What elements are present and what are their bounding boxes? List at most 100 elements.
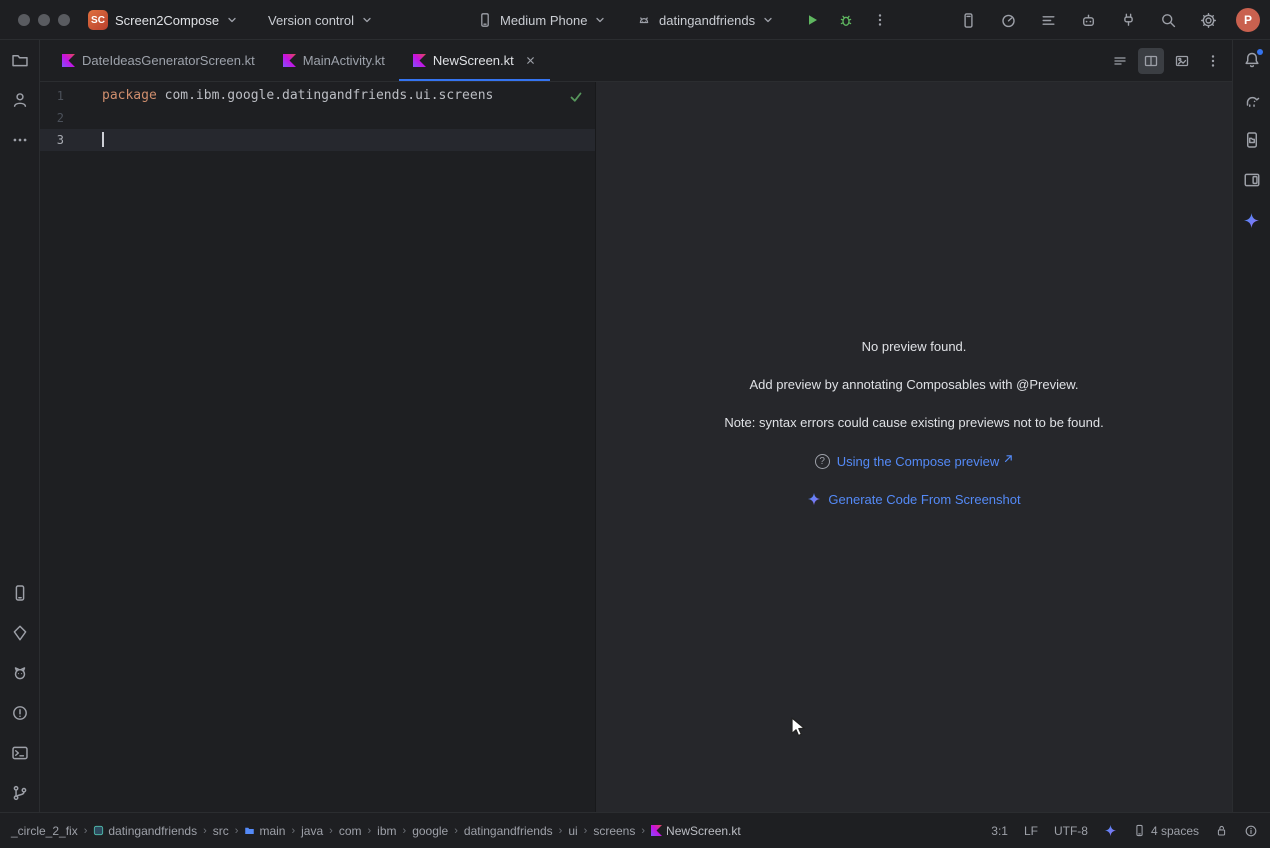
info-icon[interactable]	[1244, 824, 1258, 838]
breadcrumb-item-file[interactable]: NewScreen.kt	[648, 824, 744, 838]
device-selector[interactable]: Medium Phone	[477, 0, 606, 40]
line-ending-widget[interactable]: LF	[1024, 824, 1038, 838]
tab-options-kebab-icon[interactable]	[1200, 48, 1226, 74]
design-view-icon[interactable]	[1169, 48, 1195, 74]
gutter-line-number[interactable]: 2	[40, 107, 64, 129]
tab-label: DateIdeasGeneratorScreen.kt	[82, 53, 255, 68]
breadcrumb-item[interactable]: screens	[590, 824, 638, 838]
kotlin-file-icon	[283, 54, 296, 67]
text-caret	[102, 132, 104, 147]
people-icon[interactable]	[6, 86, 34, 114]
emulator-icon[interactable]	[1238, 166, 1266, 194]
project-selector[interactable]: SC Screen2Compose	[88, 0, 238, 40]
titlebar: SC Screen2Compose Version control Medium…	[0, 0, 1270, 40]
more-run-options-icon[interactable]	[868, 8, 892, 32]
compose-preview-help-link[interactable]: ? Using the Compose preview	[596, 453, 1232, 469]
split-view-icon[interactable]	[1138, 48, 1164, 74]
breadcrumb-separator: ›	[234, 825, 240, 837]
right-tool-stripe	[1232, 40, 1270, 812]
breadcrumb-item[interactable]: ui	[565, 824, 580, 838]
no-preview-title: No preview found.	[596, 339, 1232, 355]
breadcrumb-separator: ›	[402, 825, 408, 837]
editor-column: DateIdeasGeneratorScreen.kt MainActivity…	[40, 40, 1232, 812]
gutter-line-number[interactable]: 1	[40, 85, 64, 107]
inspections-ok-icon[interactable]	[569, 90, 583, 104]
breadcrumb-item[interactable]: google	[409, 824, 451, 838]
external-link-icon	[1004, 454, 1013, 463]
close-window-button[interactable]	[18, 14, 30, 26]
code-line: 2	[40, 107, 595, 129]
app-inspection-icon[interactable]	[6, 619, 34, 647]
device-pairing-icon[interactable]	[1116, 8, 1140, 32]
breadcrumb-item[interactable]: src	[210, 824, 232, 838]
project-badge: SC	[88, 10, 108, 30]
logcat-tool-icon[interactable]	[6, 659, 34, 687]
mouse-cursor	[788, 716, 808, 738]
generate-code-from-screenshot-link[interactable]: Generate Code From Screenshot	[596, 491, 1232, 507]
breadcrumb-item[interactable]: ibm	[374, 824, 399, 838]
breadcrumb-separator: ›	[640, 825, 646, 837]
logcat-icon[interactable]	[1036, 8, 1060, 32]
tab-dateideasgeneratorscreen[interactable]: DateIdeasGeneratorScreen.kt	[48, 40, 269, 81]
chevron-down-icon	[762, 14, 774, 26]
kotlin-file-icon	[413, 54, 426, 67]
code-line-active: 3	[40, 129, 595, 151]
gradle-icon[interactable]	[1238, 86, 1266, 114]
minimize-window-button[interactable]	[38, 14, 50, 26]
zoom-window-button[interactable]	[58, 14, 70, 26]
version-control-icon[interactable]	[6, 779, 34, 807]
close-tab-icon[interactable]	[525, 55, 536, 66]
breadcrumb-item[interactable]: java	[298, 824, 326, 838]
tab-label: NewScreen.kt	[433, 53, 514, 68]
problems-icon[interactable]	[6, 699, 34, 727]
breadcrumb-item[interactable]: _circle_2_fix	[8, 824, 81, 838]
project-folder-icon[interactable]	[6, 46, 34, 74]
editor-split: 1 package com.ibm.google.datingandfriend…	[40, 82, 1232, 812]
encoding-widget[interactable]: UTF-8	[1054, 824, 1088, 838]
breadcrumb-separator: ›	[328, 825, 334, 837]
breadcrumbs: _circle_2_fix › datingandfriends › src ›…	[8, 824, 744, 838]
code-view-icon[interactable]	[1107, 48, 1133, 74]
user-avatar[interactable]: P	[1236, 8, 1260, 32]
device-explorer-icon[interactable]	[1238, 126, 1266, 154]
more-tool-windows-icon[interactable]	[6, 126, 34, 154]
tab-mainactivity[interactable]: MainActivity.kt	[269, 40, 399, 81]
breadcrumb-separator: ›	[453, 825, 459, 837]
gemini-sparkle-icon[interactable]	[1238, 206, 1266, 234]
breadcrumb-item[interactable]: datingandfriends	[461, 824, 556, 838]
module-icon	[93, 825, 104, 836]
breadcrumb-separator: ›	[202, 825, 208, 837]
run-icon[interactable]	[800, 8, 824, 32]
settings-gear-icon[interactable]	[1196, 8, 1220, 32]
android-icon	[636, 12, 652, 28]
run-configuration-selector[interactable]: datingandfriends	[636, 0, 774, 40]
tab-newscreen[interactable]: NewScreen.kt	[399, 40, 550, 81]
running-devices-icon[interactable]	[956, 8, 980, 32]
breadcrumb-item[interactable]: main	[241, 824, 288, 838]
generate-link-label: Generate Code From Screenshot	[828, 492, 1020, 507]
compose-preview-panel: No preview found. Add preview by annotat…	[595, 82, 1232, 812]
caret-position-widget[interactable]: 3:1	[991, 824, 1008, 838]
terminal-icon[interactable]	[6, 739, 34, 767]
gemini-status-icon[interactable]	[1104, 824, 1117, 837]
device-selector-label: Medium Phone	[500, 13, 587, 28]
ai-assistant-icon[interactable]	[1076, 8, 1100, 32]
indent-widget[interactable]: 4 spaces	[1133, 824, 1199, 838]
code-line: 1 package com.ibm.google.datingandfriend…	[40, 85, 595, 107]
breadcrumb-separator: ›	[367, 825, 373, 837]
notifications-bell-icon[interactable]	[1238, 46, 1266, 74]
gutter-line-number[interactable]: 3	[40, 129, 64, 151]
debug-icon[interactable]	[834, 8, 858, 32]
breadcrumb-item[interactable]: datingandfriends	[90, 824, 200, 838]
search-icon[interactable]	[1156, 8, 1180, 32]
code-editor[interactable]: 1 package com.ibm.google.datingandfriend…	[40, 82, 595, 812]
source-root-icon	[244, 825, 255, 836]
window-controls	[18, 0, 70, 40]
device-manager-icon[interactable]	[6, 579, 34, 607]
run-actions	[800, 0, 892, 40]
profiler-icon[interactable]	[996, 8, 1020, 32]
breadcrumb-item[interactable]: com	[336, 824, 365, 838]
help-link-label: Using the Compose preview	[837, 454, 1000, 469]
version-control-widget[interactable]: Version control	[268, 0, 373, 40]
lock-icon[interactable]	[1215, 824, 1228, 837]
